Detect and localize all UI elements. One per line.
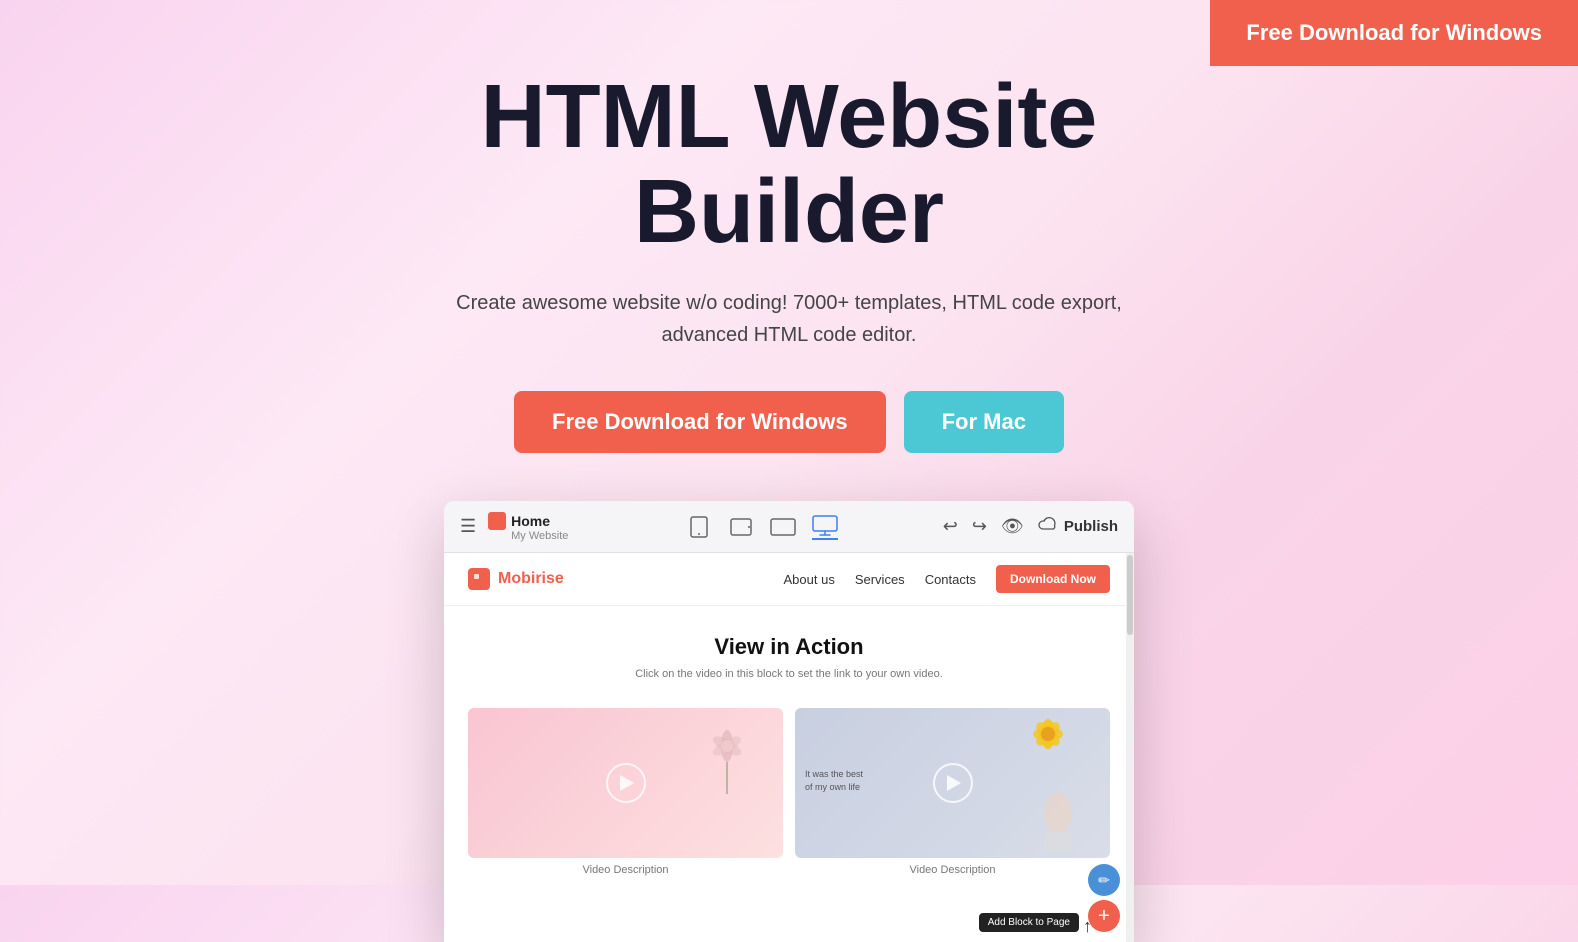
app-toolbar: ☰ Home My Website: [444, 501, 1134, 553]
page-icon: [488, 512, 506, 530]
nav-about[interactable]: About us: [784, 572, 835, 587]
toolbar-actions: ↩ ↪ 👁 Publish: [943, 516, 1118, 537]
publish-label: Publish: [1064, 518, 1118, 535]
site-hero-subtitle: Click on the video in this block to set …: [468, 668, 1110, 680]
fab-area: Add Block to Page ✏ + ↑: [444, 892, 1134, 942]
cloud-icon: [1038, 516, 1058, 537]
site-content-preview: Mobirise About us Services Contacts Down…: [444, 553, 1134, 942]
video-text-overlay: It was the best of my own life: [805, 768, 863, 793]
video-card-2: It was the best of my own life Video Des…: [795, 708, 1110, 880]
publish-button[interactable]: Publish: [1038, 516, 1118, 537]
cursor-indicator: ↑: [1083, 916, 1092, 937]
site-hero-section: View in Action Click on the video in thi…: [444, 606, 1134, 708]
hero-subtitle: Create awesome website w/o coding! 7000+…: [449, 287, 1129, 351]
video-thumbnail-1[interactable]: [468, 708, 783, 858]
site-nav-links: About us Services Contacts Download Now: [784, 565, 1111, 593]
flower-decoration-1: [700, 726, 755, 796]
video-thumbnail-2[interactable]: It was the best of my own life: [795, 708, 1110, 858]
video-desc-2: Video Description: [795, 858, 1110, 880]
site-name: My Website: [488, 530, 568, 542]
top-cta-button[interactable]: Free Download for Windows: [1210, 0, 1578, 66]
play-button-2[interactable]: [933, 763, 973, 803]
app-scrollbar[interactable]: [1126, 553, 1134, 942]
nav-contacts[interactable]: Contacts: [925, 572, 976, 587]
add-fab-button[interactable]: +: [1088, 900, 1120, 932]
site-navbar: Mobirise About us Services Contacts Down…: [444, 553, 1134, 606]
site-logo: Mobirise: [468, 568, 564, 590]
toolbar-page-info: Home My Website: [488, 512, 568, 542]
play-button-1[interactable]: [606, 763, 646, 803]
toolbar-device-switcher: [592, 514, 930, 540]
add-block-tooltip: Add Block to Page: [979, 913, 1079, 932]
page-name: Home: [511, 513, 550, 529]
site-video-grid: Video Description: [444, 708, 1134, 892]
undo-button[interactable]: ↩: [943, 516, 958, 537]
play-triangle-2: [947, 775, 961, 791]
redo-button[interactable]: ↪: [972, 516, 987, 537]
download-windows-button[interactable]: Free Download for Windows: [514, 391, 886, 453]
nav-cta-button[interactable]: Download Now: [996, 565, 1110, 593]
scrollbar-thumb: [1127, 555, 1133, 635]
tablet-small-device-icon[interactable]: [728, 514, 754, 540]
play-triangle-1: [620, 775, 634, 791]
hero-title: HTML Website Builder: [0, 70, 1578, 259]
tablet-device-icon[interactable]: [770, 514, 796, 540]
download-mac-button[interactable]: For Mac: [904, 391, 1064, 453]
hero-section: HTML Website Builder Create awesome webs…: [0, 0, 1578, 453]
menu-icon[interactable]: ☰: [460, 516, 476, 537]
site-hero-title: View in Action: [468, 634, 1110, 660]
hero-buttons: Free Download for Windows For Mac: [0, 391, 1578, 453]
app-preview-wrapper: ☰ Home My Website: [0, 501, 1578, 942]
flower-decoration-2: [1022, 716, 1074, 771]
site-logo-name: Mobirise: [498, 570, 564, 588]
nav-services[interactable]: Services: [855, 572, 905, 587]
preview-button[interactable]: 👁: [1001, 516, 1024, 537]
desktop-device-icon[interactable]: [812, 514, 838, 540]
video-card-1: Video Description: [468, 708, 783, 880]
app-preview: ☰ Home My Website: [444, 501, 1134, 942]
site-logo-icon: [468, 568, 490, 590]
mobile-device-icon[interactable]: [686, 514, 712, 540]
edit-fab-button[interactable]: ✏: [1088, 864, 1120, 896]
hand-decoration: [1028, 778, 1088, 858]
video-desc-1: Video Description: [468, 858, 783, 880]
